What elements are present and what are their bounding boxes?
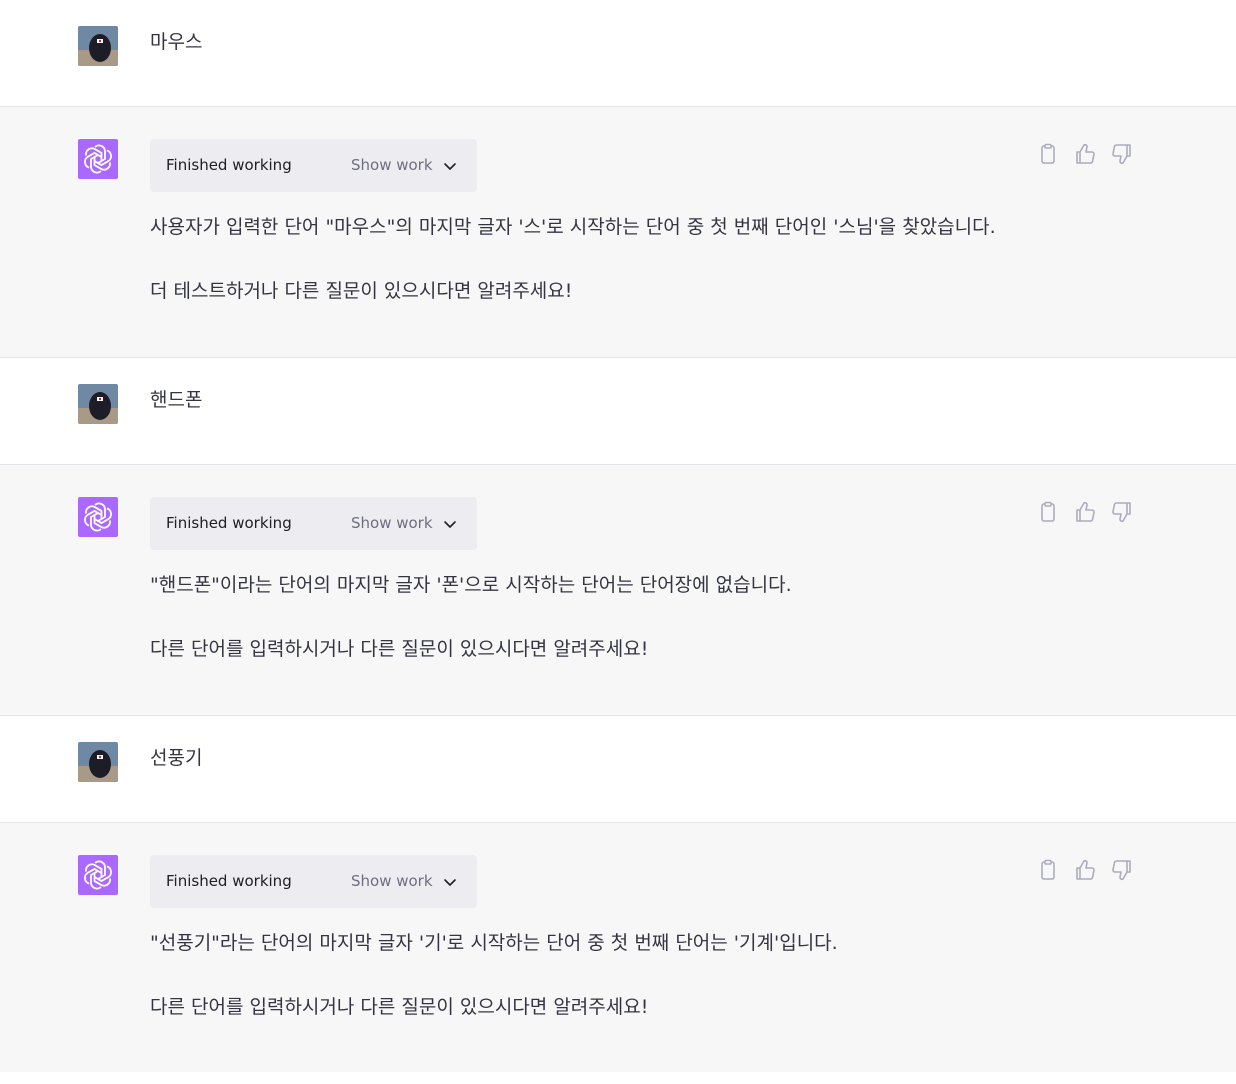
assistant-paragraph: 다른 단어를 입력하시거나 다른 질문이 있으시다면 알려주세요!: [150, 638, 649, 660]
clipboard-icon[interactable]: [1036, 500, 1060, 524]
show-work-button[interactable]: Show work: [351, 514, 433, 532]
work-status-box: Finished working Show work: [150, 855, 477, 908]
show-work-button[interactable]: Show work: [351, 872, 433, 890]
chevron-down-icon[interactable]: [442, 158, 458, 174]
user-message-text: 핸드폰: [150, 389, 203, 411]
assistant-paragraph: "핸드폰"이라는 단어의 마지막 글자 '폰'으로 시작하는 단어는 단어장에 …: [150, 574, 792, 596]
assistant-paragraph: 사용자가 입력한 단어 "마우스"의 마지막 글자 '스'로 시작하는 단어 중…: [150, 216, 996, 238]
work-status-label: Finished working: [166, 156, 292, 174]
user-message-text: 마우스: [150, 31, 203, 53]
user-message: 선풍기: [0, 716, 1236, 823]
assistant-message: Finished working Show work "선풍기"라는 단어의 마…: [0, 823, 1236, 1072]
thumbs-down-icon[interactable]: [1110, 142, 1134, 166]
assistant-paragraph: 다른 단어를 입력하시거나 다른 질문이 있으시다면 알려주세요!: [150, 996, 649, 1018]
assistant-paragraph: "선풍기"라는 단어의 마지막 글자 '기'로 시작하는 단어 중 첫 번째 단…: [150, 932, 838, 954]
assistant-message: Finished working Show work 사용자가 입력한 단어 "…: [0, 107, 1236, 358]
message-actions: [1036, 858, 1136, 882]
user-message: 핸드폰: [0, 358, 1236, 465]
work-status-label: Finished working: [166, 514, 292, 532]
thumbs-down-icon[interactable]: [1110, 500, 1134, 524]
chevron-down-icon[interactable]: [442, 874, 458, 890]
work-status-box: Finished working Show work: [150, 497, 477, 550]
user-avatar: [78, 384, 118, 424]
thumbs-down-icon[interactable]: [1110, 858, 1134, 882]
show-work-button[interactable]: Show work: [351, 156, 433, 174]
work-status-label: Finished working: [166, 872, 292, 890]
message-actions: [1036, 142, 1136, 166]
user-avatar: [78, 742, 118, 782]
work-status-box: Finished working Show work: [150, 139, 477, 192]
conversation-thread: 마우스 Finished working Show work 사용자가 입력한 …: [0, 0, 1236, 1072]
thumbs-up-icon[interactable]: [1073, 858, 1097, 882]
user-message-text: 선풍기: [150, 747, 203, 769]
assistant-avatar: [78, 855, 118, 895]
thumbs-up-icon[interactable]: [1073, 142, 1097, 166]
message-actions: [1036, 500, 1136, 524]
clipboard-icon[interactable]: [1036, 858, 1060, 882]
assistant-message: Finished working Show work "핸드폰"이라는 단어의 …: [0, 465, 1236, 716]
thumbs-up-icon[interactable]: [1073, 500, 1097, 524]
assistant-avatar: [78, 497, 118, 537]
assistant-avatar: [78, 139, 118, 179]
chevron-down-icon[interactable]: [442, 516, 458, 532]
clipboard-icon[interactable]: [1036, 142, 1060, 166]
user-message: 마우스: [0, 0, 1236, 107]
user-avatar: [78, 26, 118, 66]
assistant-paragraph: 더 테스트하거나 다른 질문이 있으시다면 알려주세요!: [150, 280, 573, 302]
